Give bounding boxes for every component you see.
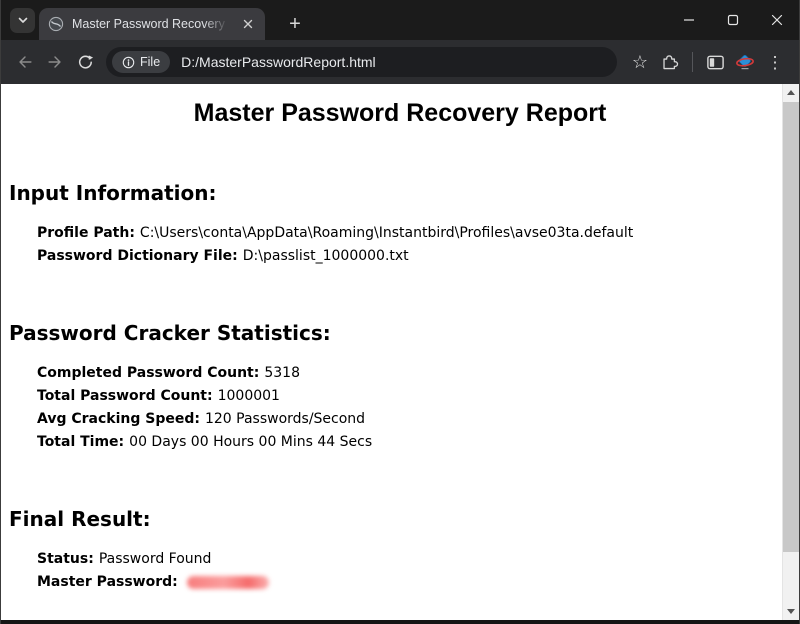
toolbar: File D:/MasterPasswordReport.html ☆ (1, 40, 799, 84)
redacted-master-password (187, 576, 269, 589)
info-icon (122, 56, 135, 69)
browser-menu-button[interactable]: ⋮ (760, 47, 790, 77)
line-label: Profile Path: (37, 225, 135, 241)
address-bar[interactable]: File D:/MasterPasswordReport.html (106, 47, 617, 77)
tab-search-button[interactable] (10, 8, 35, 33)
scroll-up-button[interactable] (783, 84, 799, 101)
line-label: Status: (37, 551, 94, 567)
extensions-button[interactable] (655, 47, 685, 77)
maximize-icon (727, 14, 739, 26)
browser-tab[interactable]: Master Password Recovery Report (39, 8, 265, 40)
line-value: C:\Users\conta\AppData\Roaming\Instantbi… (140, 225, 633, 241)
line-value: D:\passlist_1000000.txt (243, 248, 409, 264)
window-close-button[interactable] (755, 0, 799, 40)
line-label: Avg Cracking Speed: (37, 411, 200, 427)
url-text: D:/MasterPasswordReport.html (181, 54, 376, 70)
chevron-down-icon (17, 14, 29, 26)
reload-icon (76, 53, 94, 71)
puzzle-icon (661, 53, 680, 72)
scroll-down-button[interactable] (783, 603, 799, 620)
line-value: 00 Days 00 Hours 00 Mins 44 Secs (129, 434, 372, 450)
section-heading: Input Information: (9, 181, 799, 205)
report-line-total-time: Total Time: 00 Days 00 Hours 00 Mins 44 S… (37, 431, 799, 454)
file-scheme-chip[interactable]: File (112, 51, 170, 73)
line-value: 5318 (264, 365, 300, 381)
forward-button[interactable] (40, 47, 70, 77)
forward-arrow-icon (46, 53, 64, 71)
scrollbar-thumb[interactable] (783, 102, 799, 552)
titlebar: Master Password Recovery Report + (1, 0, 799, 40)
minimize-button[interactable] (667, 0, 711, 40)
back-button[interactable] (10, 47, 40, 77)
report-line-profile-path: Profile Path: C:\Users\conta\AppData\Roam… (37, 222, 799, 245)
window-controls (667, 0, 799, 40)
report-line-dictionary-file: Password Dictionary File: D:\passlist_100… (37, 245, 799, 268)
side-panel-button[interactable] (700, 47, 730, 77)
section-final-result: Final Result: Status: Password Found Mast… (1, 507, 799, 594)
line-label: Password Dictionary File: (37, 248, 238, 264)
minimize-icon (683, 14, 695, 26)
maximize-button[interactable] (711, 0, 755, 40)
new-tab-button[interactable]: + (281, 10, 309, 38)
line-label: Total Time: (37, 434, 124, 450)
line-label: Master Password: (37, 574, 178, 590)
report-line-completed-count: Completed Password Count: 5318 (37, 362, 799, 385)
line-value: 1000001 (218, 388, 280, 404)
line-value: 120 Passwords/Second (205, 411, 365, 427)
back-arrow-icon (16, 53, 34, 71)
scroll-down-arrow-icon (787, 609, 795, 614)
report-line-avg-speed: Avg Cracking Speed: 120 Passwords/Second (37, 408, 799, 431)
window-close-icon (771, 14, 783, 26)
page-content: Master Password Recovery Report Input In… (1, 84, 799, 620)
report-line-master-password: Master Password: (37, 571, 799, 594)
bookmark-button[interactable]: ☆ (625, 47, 655, 77)
section-cracker-statistics: Password Cracker Statistics: Completed P… (1, 321, 799, 454)
line-value: Password Found (99, 551, 212, 567)
chip-label: File (140, 55, 160, 69)
bookmark-star-icon: ☆ (632, 53, 648, 71)
side-panel-icon (706, 53, 725, 72)
report: Master Password Recovery Report Input In… (1, 84, 799, 594)
section-heading: Final Result: (9, 507, 799, 531)
page-title: Master Password Recovery Report (1, 99, 799, 128)
browser-window: Master Password Recovery Report + (0, 0, 800, 624)
colored-extension-button[interactable] (730, 47, 760, 77)
vertical-scrollbar[interactable] (782, 84, 799, 620)
report-line-total-count: Total Password Count: 1000001 (37, 385, 799, 408)
tab-close-icon[interactable] (240, 16, 256, 32)
section-heading: Password Cracker Statistics: (9, 321, 799, 345)
line-label: Completed Password Count: (37, 365, 259, 381)
report-line-status: Status: Password Found (37, 548, 799, 571)
line-label: Total Password Count: (37, 388, 213, 404)
toolbar-divider (692, 52, 693, 72)
section-input-information: Input Information: Profile Path: C:\Users… (1, 181, 799, 268)
kebab-menu-icon: ⋮ (767, 54, 784, 71)
colored-extension-icon (735, 52, 755, 72)
tab-title: Master Password Recovery Report (72, 17, 232, 31)
reload-button[interactable] (70, 47, 100, 77)
window-bottom-edge (1, 620, 799, 624)
globe-favicon-icon (48, 16, 64, 32)
scroll-up-arrow-icon (787, 90, 795, 95)
